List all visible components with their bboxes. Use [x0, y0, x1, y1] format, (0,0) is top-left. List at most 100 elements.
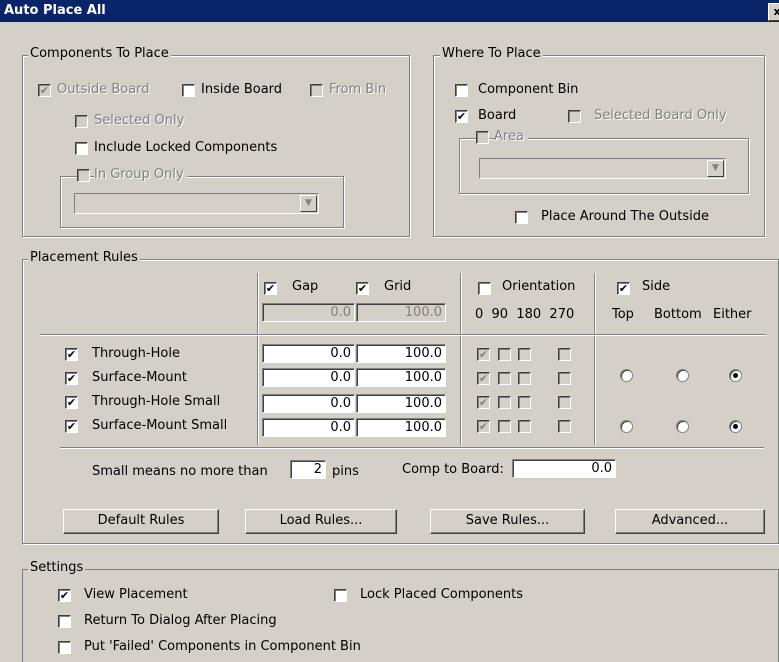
lock-placed-label: Lock Placed Components	[360, 587, 523, 602]
area-checkbox[interactable]	[476, 131, 489, 144]
selected-only-label: Selected Only	[94, 113, 185, 128]
selected-board-only-checkbox[interactable]	[568, 110, 581, 123]
through-hole-small-checkbox[interactable]: ✔	[65, 396, 78, 409]
small-pins-field[interactable]: 2	[290, 460, 326, 479]
gap-checkbox[interactable]: ✔	[264, 282, 277, 295]
through-hole-checkbox[interactable]: ✔	[65, 348, 78, 361]
surface-mount-small-label: Surface-Mount Small	[92, 418, 228, 433]
through-hole-orient-270[interactable]	[558, 348, 571, 361]
surface-mount-orient-90[interactable]	[498, 372, 511, 385]
selected-board-only-label: Selected Board Only	[594, 108, 727, 123]
grid-header: Grid	[384, 279, 412, 294]
surface-mount-orient-270[interactable]	[558, 372, 571, 385]
surface-mount-small-gap-field[interactable]: 0.0	[262, 418, 355, 437]
through-hole-side-top-radio[interactable]	[620, 369, 633, 382]
surface-mount-orient-180[interactable]	[518, 372, 531, 385]
place-around-outside-checkbox[interactable]	[515, 211, 528, 224]
comp-to-board-label: Comp to Board:	[402, 462, 504, 477]
surface-mount-small-orient-270[interactable]	[558, 420, 571, 433]
default-rules-button[interactable]: Default Rules	[63, 509, 219, 534]
outside-board-checkbox[interactable]: ✔	[38, 84, 51, 97]
lock-placed-checkbox[interactable]	[334, 589, 347, 602]
orientation-header: Orientation	[502, 279, 576, 294]
advanced-button[interactable]: Advanced...	[615, 509, 765, 534]
gap-header: Gap	[292, 279, 319, 294]
grid-default-field[interactable]: 100.0	[356, 303, 446, 322]
dropdown-arrow-icon[interactable]: ▼	[300, 195, 317, 212]
view-placement-checkbox[interactable]: ✔	[58, 589, 71, 602]
side-header: Side	[642, 279, 671, 294]
through-hole-small-orient-0[interactable]: ✔	[477, 396, 490, 409]
save-rules-button[interactable]: Save Rules...	[430, 509, 585, 534]
surface-mount-small-orient-90[interactable]	[498, 420, 511, 433]
through-hole-grid-field[interactable]: 100.0	[356, 344, 446, 363]
pins-label: pins	[332, 464, 359, 479]
selected-only-checkbox[interactable]	[75, 115, 88, 128]
rules-header-divider	[40, 334, 766, 336]
surface-mount-checkbox[interactable]: ✔	[65, 372, 78, 385]
small-side-either-radio[interactable]	[729, 420, 742, 433]
settings-legend: Settings	[28, 560, 86, 575]
orientation-checkbox[interactable]	[478, 282, 491, 295]
component-bin-label: Component Bin	[478, 82, 579, 97]
board-checkbox[interactable]: ✔	[455, 110, 468, 123]
rules-divider-1	[257, 273, 259, 445]
small-side-bottom-radio[interactable]	[676, 420, 689, 433]
inside-board-checkbox[interactable]	[182, 84, 195, 97]
comp-to-board-field[interactable]: 0.0	[512, 459, 616, 478]
through-hole-orient-90[interactable]	[498, 348, 511, 361]
place-around-outside-label: Place Around The Outside	[541, 209, 709, 224]
surface-mount-small-orient-0[interactable]: ✔	[477, 420, 490, 433]
through-hole-small-gap-field[interactable]: 0.0	[262, 394, 355, 413]
rules-divider-2	[460, 273, 462, 445]
window-title: Auto Place All	[4, 3, 106, 18]
through-hole-side-either-radio[interactable]	[729, 369, 742, 382]
dropdown-arrow-icon[interactable]: ▼	[707, 160, 724, 177]
surface-mount-grid-field[interactable]: 100.0	[356, 368, 446, 387]
through-hole-gap-field[interactable]: 0.0	[262, 344, 355, 363]
small-side-top-radio[interactable]	[620, 420, 633, 433]
surface-mount-small-checkbox[interactable]: ✔	[65, 420, 78, 433]
in-group-only-label: In Group Only	[94, 167, 187, 183]
surface-mount-small-grid-field[interactable]: 100.0	[356, 418, 446, 437]
view-placement-label: View Placement	[84, 587, 188, 602]
component-bin-checkbox[interactable]	[455, 84, 468, 97]
area-select[interactable]: ▼	[479, 158, 726, 179]
side-top-header: Top	[612, 307, 634, 322]
rules-footer-divider	[60, 447, 764, 449]
outside-board-label: Outside Board	[57, 82, 150, 97]
group-select[interactable]: ▼	[74, 193, 319, 214]
return-to-dialog-label: Return To Dialog After Placing	[84, 613, 277, 628]
surface-mount-small-orient-180[interactable]	[518, 420, 531, 433]
title-bar: Auto Place All x	[0, 0, 779, 22]
side-checkbox[interactable]: ✔	[617, 282, 630, 295]
where-to-place-legend: Where To Place	[440, 46, 543, 61]
through-hole-side-bottom-radio[interactable]	[676, 369, 689, 382]
through-hole-orient-0[interactable]: ✔	[477, 348, 490, 361]
through-hole-small-orient-270[interactable]	[558, 396, 571, 409]
surface-mount-orient-0[interactable]: ✔	[477, 372, 490, 385]
through-hole-label: Through-Hole	[92, 346, 180, 361]
inside-board-label: Inside Board	[201, 82, 283, 97]
orientation-angles: 0 90 180 270	[475, 307, 575, 322]
side-bottom-header: Bottom	[654, 307, 702, 322]
surface-mount-gap-field[interactable]: 0.0	[262, 368, 355, 387]
close-button[interactable]: x	[768, 3, 779, 21]
return-to-dialog-checkbox[interactable]	[58, 615, 71, 628]
include-locked-checkbox[interactable]	[75, 142, 88, 155]
gap-default-field[interactable]: 0.0	[262, 303, 355, 322]
load-rules-button[interactable]: Load Rules...	[245, 509, 397, 534]
components-to-place-legend: Components To Place	[28, 46, 171, 61]
through-hole-small-orient-90[interactable]	[498, 396, 511, 409]
through-hole-small-grid-field[interactable]: 100.0	[356, 394, 446, 413]
in-group-only-checkbox[interactable]	[77, 169, 90, 182]
small-means-label: Small means no more than	[92, 464, 268, 479]
put-failed-label: Put 'Failed' Components in Component Bin	[84, 639, 361, 654]
through-hole-small-orient-180[interactable]	[518, 396, 531, 409]
from-bin-checkbox[interactable]	[310, 84, 323, 97]
grid-checkbox[interactable]: ✔	[356, 282, 369, 295]
through-hole-small-label: Through-Hole Small	[92, 394, 221, 409]
through-hole-orient-180[interactable]	[518, 348, 531, 361]
from-bin-label: From Bin	[329, 82, 387, 97]
put-failed-checkbox[interactable]	[58, 641, 71, 654]
